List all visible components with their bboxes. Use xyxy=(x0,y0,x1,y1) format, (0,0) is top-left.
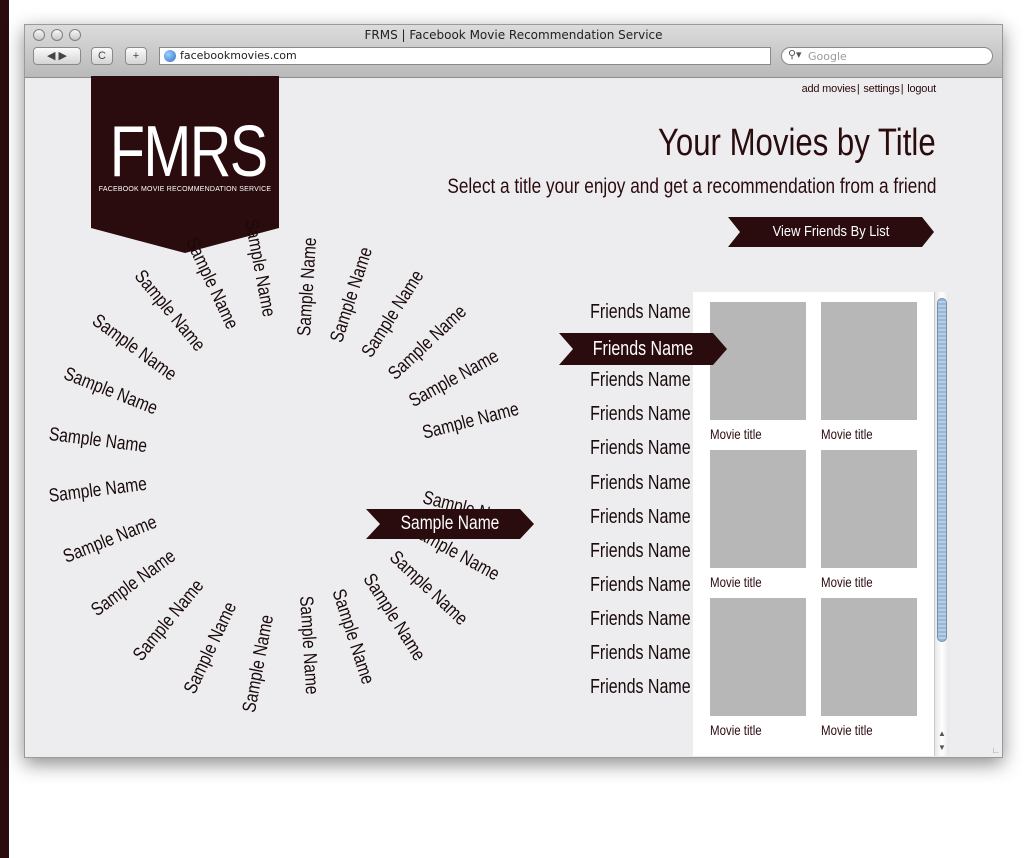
window-title: FRMS | Facebook Movie Recommendation Ser… xyxy=(364,28,663,42)
friend-name-label: Friends Name xyxy=(590,471,691,494)
page-content: add movies| settings| logout FMRS FACEBO… xyxy=(25,76,1002,757)
browser-window: FRMS | Facebook Movie Recommendation Ser… xyxy=(24,24,1003,758)
friend-item[interactable]: Friends Name xyxy=(565,403,690,433)
wheel-name-label: Sample Name xyxy=(47,474,148,508)
movie-grid: Movie title Movie title Movie title Movie t… xyxy=(693,292,949,756)
wheel-name-label: Sample Name xyxy=(60,511,160,568)
wheel-name[interactable]: Sample Name xyxy=(294,215,324,337)
separator: | xyxy=(856,83,860,95)
movie-title: Movie title xyxy=(710,574,762,590)
movie-poster[interactable] xyxy=(710,598,806,716)
friend-name-label: Friends Name xyxy=(590,539,691,562)
wheel-name[interactable]: Sample Name xyxy=(420,393,542,444)
back-forward-icon: ◀ ▶ xyxy=(47,50,67,62)
friend-item[interactable]: Friends Name xyxy=(565,506,690,536)
search-placeholder: Google xyxy=(808,50,847,63)
movie-scrollbar[interactable]: ▲ ▼ xyxy=(934,292,949,756)
movie-title: Movie title xyxy=(821,574,873,590)
movie-title: Movie title xyxy=(710,426,762,442)
logout-link[interactable]: logout xyxy=(907,83,936,95)
movie-card[interactable]: Movie title xyxy=(821,598,917,738)
movie-card[interactable]: Movie title xyxy=(710,598,806,738)
reload-icon: C xyxy=(98,50,106,62)
friend-item[interactable]: Friends Name xyxy=(565,301,690,331)
search-icon: ⚲▾ xyxy=(788,49,802,61)
plus-icon: + xyxy=(132,50,140,62)
left-edge-bar xyxy=(0,0,9,858)
wheel-name[interactable]: Sample Name xyxy=(47,471,169,508)
back-forward-button[interactable]: ◀ ▶ xyxy=(33,47,81,65)
wheel-name[interactable]: Sample Name xyxy=(47,424,169,461)
wheel-name-label: Sample Name xyxy=(420,398,522,444)
friend-name-label: Friends Name xyxy=(590,301,691,323)
resize-grip-icon[interactable]: ∟ xyxy=(991,745,1000,755)
movie-card[interactable]: Movie title xyxy=(821,450,917,590)
wheel-name[interactable]: Sample Name xyxy=(239,218,283,340)
selected-title[interactable]: Sample Name xyxy=(366,509,534,539)
movie-card[interactable]: Movie title xyxy=(821,302,917,442)
friend-name-label: Friends Name xyxy=(590,437,691,460)
movie-poster[interactable] xyxy=(821,598,917,716)
movie-card[interactable]: Movie title xyxy=(710,302,806,442)
reload-button[interactable]: C xyxy=(91,47,113,65)
address-bar[interactable]: facebookmovies.com xyxy=(159,47,771,65)
movie-poster[interactable] xyxy=(821,450,917,568)
title-wheel: Sample Name Sample Name Sample Name Sample … xyxy=(25,78,565,757)
add-movies-link[interactable]: add movies xyxy=(802,83,856,95)
wheel-name[interactable]: Sample Name xyxy=(239,592,283,714)
friend-item[interactable]: Friends Name xyxy=(565,437,690,467)
friend-item[interactable]: Friends Name xyxy=(565,642,690,672)
search-field[interactable]: ⚲▾ Google xyxy=(781,47,993,65)
add-bookmark-button[interactable]: + xyxy=(125,47,147,65)
movie-title: Movie title xyxy=(821,426,873,442)
separator: | xyxy=(900,83,904,95)
wheel-name-label: Sample Name xyxy=(240,217,280,319)
title-bar: FRMS | Facebook Movie Recommendation Ser… xyxy=(25,25,1002,78)
scroll-up-icon[interactable]: ▲ xyxy=(935,728,949,739)
wheel-name-label: Sample Name xyxy=(180,598,242,697)
friend-item[interactable]: Friends Name xyxy=(565,676,690,706)
friend-name-label: Friends Name xyxy=(590,607,691,630)
url-text: facebookmovies.com xyxy=(180,49,297,62)
wheel-name-label: Sample Name xyxy=(60,363,161,420)
friend-item[interactable]: Friends Name xyxy=(565,472,690,502)
movie-poster[interactable] xyxy=(710,450,806,568)
friend-item[interactable]: Friends Name xyxy=(565,369,690,399)
movie-poster[interactable] xyxy=(821,302,917,420)
friend-name-label: Friends Name xyxy=(590,505,691,528)
wheel-name[interactable]: Sample Name xyxy=(294,595,324,717)
friend-item[interactable]: Friends Name xyxy=(565,574,690,604)
scroll-down-icon[interactable]: ▼ xyxy=(935,742,949,753)
friend-selected[interactable]: Friends Name xyxy=(559,333,727,366)
movie-title: Movie title xyxy=(710,722,762,738)
settings-link[interactable]: settings xyxy=(863,83,900,95)
view-friends-by-list-label: View Friends By List xyxy=(772,223,890,240)
friend-name-label: Friends Name xyxy=(590,642,691,664)
selected-title-label: Sample Name xyxy=(400,513,500,534)
friend-item[interactable]: Friends Name xyxy=(565,608,690,638)
page-title: Your Movies by Title xyxy=(658,122,936,164)
movie-card[interactable]: Movie title xyxy=(710,450,806,590)
wheel-name-label: Sample Name xyxy=(295,595,323,695)
globe-icon xyxy=(164,50,176,62)
wheel-name-label: Sample Name xyxy=(239,612,279,714)
top-links: add movies| settings| logout xyxy=(802,83,937,95)
friend-name-label: Friends Name xyxy=(590,676,691,699)
scroll-thumb[interactable] xyxy=(937,298,947,642)
friend-name-label: Friends Name xyxy=(590,573,691,596)
friend-name-label: Friends Name xyxy=(590,403,691,426)
view-friends-by-list-button[interactable]: View Friends By List xyxy=(728,217,934,247)
friend-item[interactable]: Friends Name xyxy=(565,540,690,570)
movie-title: Movie title xyxy=(821,722,873,738)
friend-name-label: Friends Name xyxy=(592,338,694,361)
wheel-name-label: Sample Name xyxy=(294,237,322,337)
friend-name-label: Friends Name xyxy=(590,369,691,392)
wheel-name-label: Sample Name xyxy=(47,423,148,457)
